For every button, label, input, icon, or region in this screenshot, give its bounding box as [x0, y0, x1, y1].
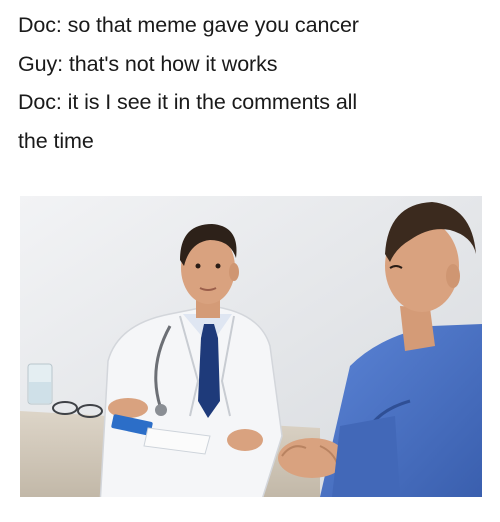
- water-glass-icon: [27, 363, 53, 405]
- doctor-patient-illustration: [20, 196, 482, 497]
- meme-caption: Doc: so that meme gave you cancer Guy: t…: [18, 6, 488, 160]
- caption-line-2: Guy: that's not how it works: [18, 51, 278, 76]
- meme-photo: [20, 196, 482, 497]
- caption-line-3: Doc: it is I see it in the comments all: [18, 90, 358, 114]
- caption-line-1: Doc: so that meme gave you cancer: [18, 13, 359, 37]
- caption-line-4: the time: [18, 128, 94, 153]
